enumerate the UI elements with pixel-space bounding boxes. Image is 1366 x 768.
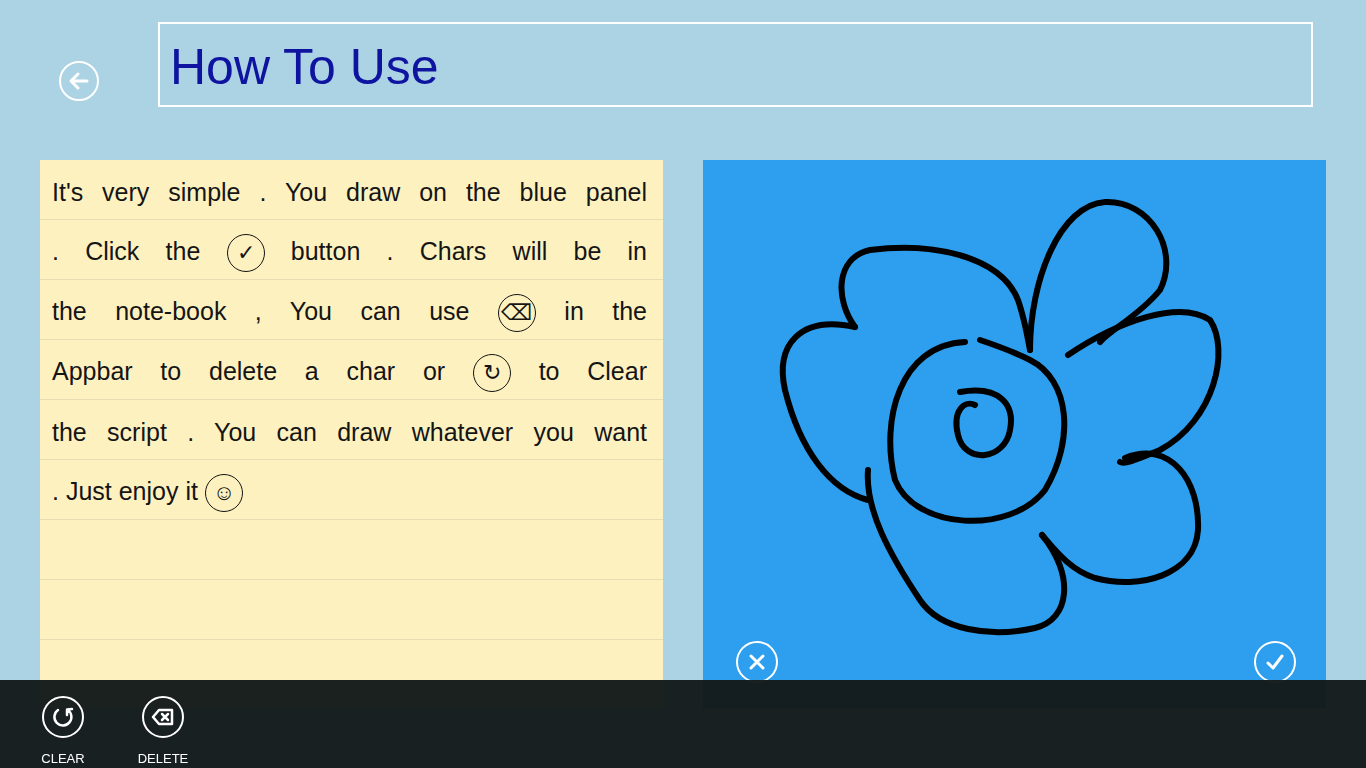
circled-symbol: ✓	[227, 234, 265, 272]
handwritten-text: the script . You can draw whatever you w…	[52, 418, 647, 446]
check-icon	[1265, 652, 1285, 672]
circled-symbol: ⌫	[498, 294, 536, 332]
line-text: . Click the ✓ button . Chars will be in	[52, 231, 647, 272]
handwritten-text: button . Chars will be in	[291, 237, 647, 265]
notebook-line: the note-book , You can use ⌫ in the	[52, 280, 647, 340]
delete-button[interactable]: DELETE	[133, 696, 193, 768]
appbar: CLEAR DELETE	[0, 680, 1366, 768]
back-arrow-icon	[68, 70, 90, 92]
button-ring	[142, 696, 184, 738]
panel-buttons	[736, 641, 1296, 683]
drawing-panel[interactable]	[703, 160, 1326, 708]
line-text: Appbar to delete a char or ↻ to Clear	[52, 351, 647, 392]
button-ring	[42, 696, 84, 738]
handwritten-text: . Click the	[52, 237, 200, 265]
circled-symbol: ☺	[205, 474, 243, 512]
line-text: It's very simple . You draw on the blue …	[52, 172, 647, 212]
button-label: DELETE	[138, 752, 189, 766]
handwritten-text: the note-book , You can use	[52, 297, 469, 325]
handwritten-text: Appbar to delete a char or	[52, 357, 445, 385]
cancel-button[interactable]	[736, 641, 778, 683]
notebook-line: . Click the ✓ button . Chars will be in	[52, 220, 647, 280]
header: How To Use	[0, 0, 1366, 107]
refresh-icon	[51, 705, 75, 729]
flower-drawing-icon	[703, 160, 1326, 708]
clear-button[interactable]: CLEAR	[33, 696, 93, 768]
accept-button[interactable]	[1254, 641, 1296, 683]
backspace-icon	[151, 705, 175, 729]
notebook: It's very simple . You draw on the blue …	[40, 160, 663, 708]
circled-symbol: ↻	[473, 354, 511, 392]
handwritten-text: It's very simple . You draw on the blue …	[52, 178, 647, 206]
back-button[interactable]	[59, 61, 99, 101]
line-text: the note-book , You can use ⌫ in the	[52, 291, 647, 332]
button-label: CLEAR	[41, 752, 84, 766]
notebook-line: It's very simple . You draw on the blue …	[52, 160, 647, 220]
notebook-line: . Just enjoy it ☺	[52, 460, 647, 520]
handwritten-text: . Just enjoy it	[52, 477, 198, 505]
notebook-line: the script . You can draw whatever you w…	[52, 400, 647, 460]
notebook-line: Appbar to delete a char or ↻ to Clear	[52, 340, 647, 400]
title-box[interactable]: How To Use	[158, 22, 1313, 107]
main-area: It's very simple . You draw on the blue …	[0, 160, 1366, 708]
handwritten-text: to Clear	[539, 357, 647, 385]
line-text: . Just enjoy it ☺	[52, 471, 647, 512]
handwritten-text: in the	[564, 297, 647, 325]
line-text: the script . You can draw whatever you w…	[52, 412, 647, 452]
cross-icon	[748, 653, 766, 671]
